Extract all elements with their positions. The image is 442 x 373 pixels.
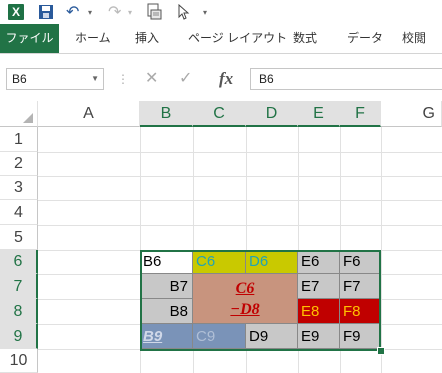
undo-icon[interactable]: ↶ <box>66 2 79 22</box>
cell-b6[interactable]: B6 <box>140 250 193 274</box>
excel-logo-icon: X <box>8 4 24 20</box>
column-header-c[interactable]: C <box>193 101 246 127</box>
redo-icon[interactable]: ↷ <box>108 2 121 22</box>
redo-dropdown-icon[interactable]: ▾ <box>128 2 132 22</box>
tab-insert[interactable]: 挿入 <box>135 24 159 53</box>
name-box-value: B6 <box>12 72 27 86</box>
name-box[interactable]: B6 ▼ <box>6 68 104 90</box>
fill-handle[interactable] <box>377 347 385 355</box>
cell-f6[interactable]: F6 <box>340 250 381 274</box>
cell-e6[interactable]: E6 <box>298 250 340 274</box>
cell-d6[interactable]: D6 <box>246 250 298 274</box>
row-header-8[interactable]: 8 <box>0 299 38 324</box>
tab-review[interactable]: 校閲 <box>402 24 426 53</box>
row-header-6[interactable]: 6 <box>0 250 38 274</box>
formula-bar: B6 ▼ ⋮ ✕ ✓ fx B6 <box>0 54 442 100</box>
column-header-b[interactable]: B <box>140 101 193 127</box>
merged-cell-line-1: C6 <box>235 279 255 297</box>
cell-b7[interactable]: B7 <box>140 274 193 299</box>
row-header-3[interactable]: 3 <box>0 176 38 200</box>
tab-home[interactable]: ホーム <box>75 24 111 53</box>
column-header-f[interactable]: F <box>340 101 381 127</box>
cell-e8[interactable]: E8 <box>298 299 340 324</box>
cell-d9[interactable]: D9 <box>246 324 298 349</box>
column-header-g[interactable]: G <box>381 101 442 127</box>
cell-b8[interactable]: B8 <box>140 299 193 324</box>
row-header-7[interactable]: 7 <box>0 274 38 299</box>
row-header-2[interactable]: 2 <box>0 152 38 176</box>
select-all-corner[interactable] <box>0 101 38 127</box>
tab-file[interactable]: ファイル <box>0 24 59 53</box>
row-header-1[interactable]: 1 <box>0 127 38 152</box>
row-header-9[interactable]: 9 <box>0 324 38 349</box>
column-header-d[interactable]: D <box>246 101 298 127</box>
cell-c6[interactable]: C6 <box>193 250 246 274</box>
tab-data[interactable]: データ <box>347 24 383 53</box>
print-preview-icon[interactable] <box>145 2 163 22</box>
row-header-10[interactable]: 10 <box>0 349 38 373</box>
cell-e9[interactable]: E9 <box>298 324 340 349</box>
cursor-icon[interactable] <box>178 2 190 22</box>
merged-cell-c7-d8[interactable]: C6 −D8 <box>193 274 298 324</box>
chevron-down-icon[interactable]: ▼ <box>91 69 99 89</box>
ribbon-tabs: ファイル ホーム 挿入 ページ レイアウト 数式 データ 校閲 <box>0 24 442 54</box>
checkmark-icon[interactable]: ✓ <box>179 68 192 90</box>
column-header-a[interactable]: A <box>38 101 140 127</box>
quick-access-toolbar: X ↶ ▾ ↷ ▾ ▾ <box>0 0 442 24</box>
formula-input[interactable]: B6 <box>250 68 442 90</box>
tab-formulas[interactable]: 数式 <box>293 24 317 53</box>
customize-qat-icon[interactable]: ▾ <box>203 2 207 22</box>
row-header-5[interactable]: 5 <box>0 225 38 250</box>
cell-b9[interactable]: B9 <box>140 324 193 349</box>
undo-dropdown-icon[interactable]: ▾ <box>88 2 92 22</box>
save-icon[interactable] <box>38 2 54 22</box>
cell-f8[interactable]: F8 <box>340 299 381 324</box>
formula-bar-buttons: ✕ ✓ fx <box>137 68 247 90</box>
cell-f9[interactable]: F9 <box>340 324 381 349</box>
insert-function-button[interactable]: fx <box>219 68 233 90</box>
merged-cell-line-2: −D8 <box>230 300 260 318</box>
tab-page-layout[interactable]: ページ レイアウト <box>188 24 287 53</box>
formula-bar-grip-icon[interactable]: ⋮ <box>117 72 129 86</box>
cell-f7[interactable]: F7 <box>340 274 381 299</box>
cell-e7[interactable]: E7 <box>298 274 340 299</box>
cell-c9[interactable]: C9 <box>193 324 246 349</box>
row-header-4[interactable]: 4 <box>0 200 38 225</box>
cancel-icon[interactable]: ✕ <box>145 68 158 90</box>
column-header-e[interactable]: E <box>298 101 340 127</box>
